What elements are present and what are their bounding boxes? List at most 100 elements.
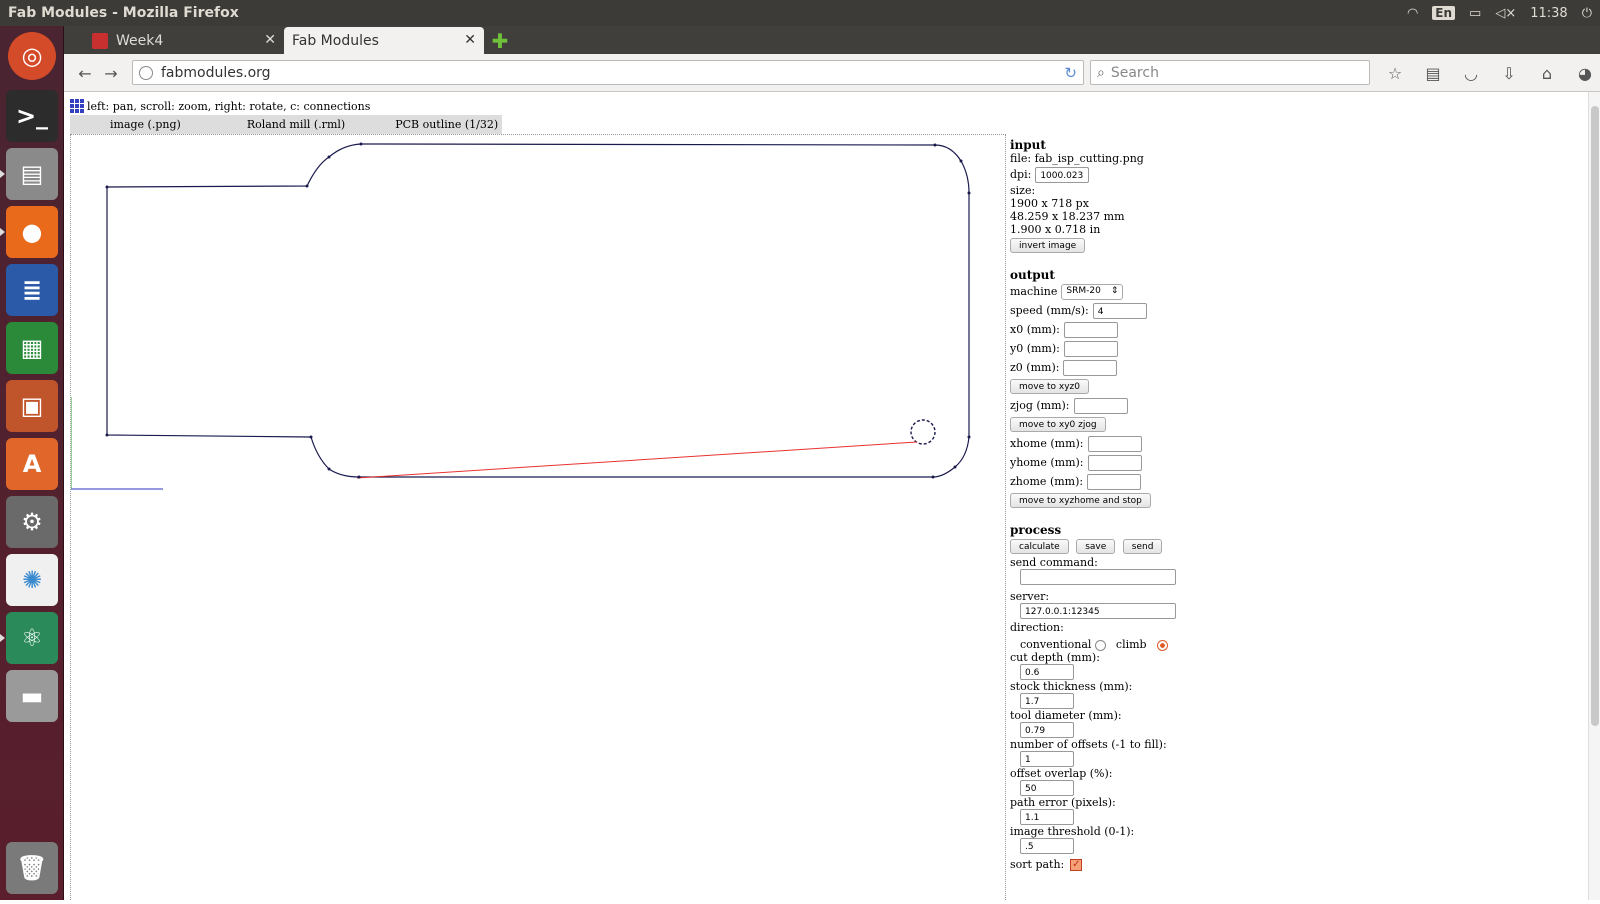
x0-input[interactable] (1063, 321, 1118, 338)
tool-diameter-label: tool diameter (mm): (1010, 709, 1122, 722)
z0-input[interactable] (1063, 359, 1118, 376)
y0-label: y0 (mm): (1010, 342, 1060, 355)
close-tab-icon[interactable]: ✕ (464, 32, 476, 48)
send-button[interactable]: send (1122, 539, 1163, 554)
ubuntu-dash-icon[interactable]: ◎ (8, 32, 56, 80)
x0-label: x0 (mm): (1010, 323, 1060, 336)
offset-overlap-input[interactable]: 50 (1020, 780, 1074, 796)
move-to-xyz0-button[interactable]: move to xyz0 (1010, 379, 1089, 394)
settings-panel: input file: fab_isp_cutting.png dpi: 1000… (1010, 136, 1240, 871)
drive-icon[interactable]: ▬ (6, 670, 58, 722)
tab-week4[interactable]: Week4 ✕ (84, 27, 284, 54)
stock-thickness-label: stock thickness (mm): (1010, 680, 1133, 693)
clock[interactable]: 11:38 (1530, 6, 1567, 21)
calc-icon[interactable]: ▦ (6, 322, 58, 374)
url-bar[interactable]: fabmodules.org ↻ (132, 60, 1084, 85)
dpi-label: dpi: (1010, 168, 1032, 181)
tab-strip: Week4 ✕ Fab Modules ✕ ✚ (64, 26, 1600, 54)
system-settings-icon[interactable]: ⚙ (6, 496, 58, 548)
image-threshold-label: image threshold (0-1): (1010, 825, 1135, 838)
volume-icon[interactable]: ◁× (1495, 6, 1516, 21)
move-to-xy0-zjog-button[interactable]: move to xy0 zjog (1010, 417, 1106, 432)
atom-icon[interactable]: ⚛ (0, 612, 58, 664)
tool-diameter-input[interactable]: 0.79 (1020, 722, 1074, 738)
module-output-machine[interactable]: Roland mill (.rml) (247, 118, 345, 131)
climb-radio[interactable] (1156, 639, 1168, 651)
software-center-icon[interactable]: A (6, 438, 58, 490)
toolbar-icons: ☆ ▤ ◡ ⇩ ⌂ ◕ ≡ (1382, 60, 1600, 86)
speed-input[interactable]: 4 (1092, 302, 1147, 319)
home-icon[interactable]: ⌂ (1534, 60, 1560, 86)
conventional-radio[interactable] (1095, 639, 1107, 651)
size-label: size: (1010, 184, 1036, 197)
zjog-input[interactable] (1073, 397, 1128, 414)
impress-icon[interactable]: ▣ (6, 380, 58, 432)
page-content: left: pan, scroll: zoom, right: rotate, … (64, 92, 1600, 900)
xhome-input[interactable] (1087, 435, 1142, 452)
sort-path-checkbox[interactable]: ✓ (1070, 859, 1083, 871)
firefox-icon[interactable]: ● (0, 206, 58, 258)
send-command-input[interactable] (1020, 569, 1176, 585)
pocket-icon[interactable]: ◡ (1458, 60, 1484, 86)
indicator-area: ◠ En ▭ ◁× 11:38 ⏻ (1407, 6, 1592, 21)
move-to-xyzhome-button[interactable]: move to xyzhome and stop (1010, 493, 1151, 508)
connection-move (356, 441, 918, 479)
stock-thickness-input[interactable]: 1.7 (1020, 693, 1074, 709)
path-error-input[interactable]: 1.1 (1020, 809, 1074, 825)
favicon-icon (92, 32, 108, 49)
cut-depth-input[interactable]: 0.6 (1020, 664, 1074, 680)
outline-path (106, 143, 970, 478)
output-heading: output (1010, 268, 1055, 282)
sort-path-label: sort path: (1010, 858, 1065, 871)
xhome-label: xhome (mm): (1010, 437, 1084, 450)
tab-label: Fab Modules (292, 32, 379, 49)
y0-input[interactable] (1063, 340, 1118, 357)
new-tab-icon[interactable]: ✚ (488, 27, 512, 54)
power-icon[interactable]: ⏻ (1582, 6, 1592, 21)
page-scrollbar[interactable] (1588, 92, 1600, 900)
dpi-input[interactable]: 1000.023 (1035, 166, 1090, 183)
size-mm: 48.259 x 18.237 mm (1010, 210, 1125, 223)
forward-icon[interactable]: → (98, 60, 124, 86)
tab-fab-modules[interactable]: Fab Modules ✕ (284, 27, 484, 54)
yhome-input[interactable] (1087, 454, 1142, 471)
trash-icon[interactable]: 🗑 (6, 842, 58, 894)
climb-label: climb (1115, 638, 1147, 651)
calculate-button[interactable]: calculate (1010, 539, 1069, 554)
machine-label: machine (1010, 285, 1058, 298)
reading-list-icon[interactable]: ▤ (1420, 60, 1446, 86)
offsets-input[interactable]: 1 (1020, 751, 1074, 767)
offset-overlap-label: offset overlap (%): (1010, 767, 1113, 780)
module-process[interactable]: PCB outline (1/32) (395, 118, 498, 131)
scrollbar-thumb[interactable] (1591, 106, 1599, 726)
keyboard-layout-indicator[interactable]: En (1432, 6, 1456, 20)
image-threshold-input[interactable]: .5 (1020, 838, 1074, 854)
module-grid-icon[interactable] (70, 99, 84, 113)
machine-select[interactable]: SRM-20 ⇕ (1061, 283, 1124, 300)
site-identity-icon[interactable] (139, 65, 153, 80)
writer-icon[interactable]: ≣ (6, 264, 58, 316)
invert-image-button[interactable]: invert image (1010, 238, 1086, 253)
files-icon[interactable]: ▤ (0, 148, 58, 200)
reload-icon[interactable]: ↻ (1064, 64, 1077, 82)
app-icon[interactable]: ✺ (6, 554, 58, 606)
terminal-icon[interactable]: >_ (6, 90, 58, 142)
input-file: file: fab_isp_cutting.png (1010, 152, 1144, 165)
save-button[interactable]: save (1076, 539, 1116, 554)
module-input-format[interactable]: image (.png) (110, 118, 181, 131)
server-input[interactable]: 127.0.0.1:12345 (1020, 603, 1176, 619)
spinner-icon: ⇕ (1110, 286, 1119, 296)
wifi-icon[interactable]: ◠ (1407, 6, 1418, 21)
unity-launcher: ◎ >_ ▤ ● ≣ ▦ ▣ A ⚙ ✺ ⚛ ▬ 🗑 (0, 26, 64, 900)
bookmark-star-icon[interactable]: ☆ (1382, 60, 1408, 86)
close-tab-icon[interactable]: ✕ (264, 32, 276, 48)
search-placeholder: Search (1110, 64, 1159, 81)
battery-icon[interactable]: ▭ (1469, 6, 1481, 21)
download-icon[interactable]: ⇩ (1496, 60, 1522, 86)
back-icon[interactable]: ← (72, 60, 98, 86)
chat-icon[interactable]: ◕ (1572, 60, 1598, 86)
url-text[interactable]: fabmodules.org (161, 65, 271, 81)
search-box[interactable]: ⌕ Search (1090, 60, 1370, 85)
zhome-input[interactable] (1087, 473, 1142, 490)
toolpath-canvas[interactable] (70, 134, 1006, 900)
